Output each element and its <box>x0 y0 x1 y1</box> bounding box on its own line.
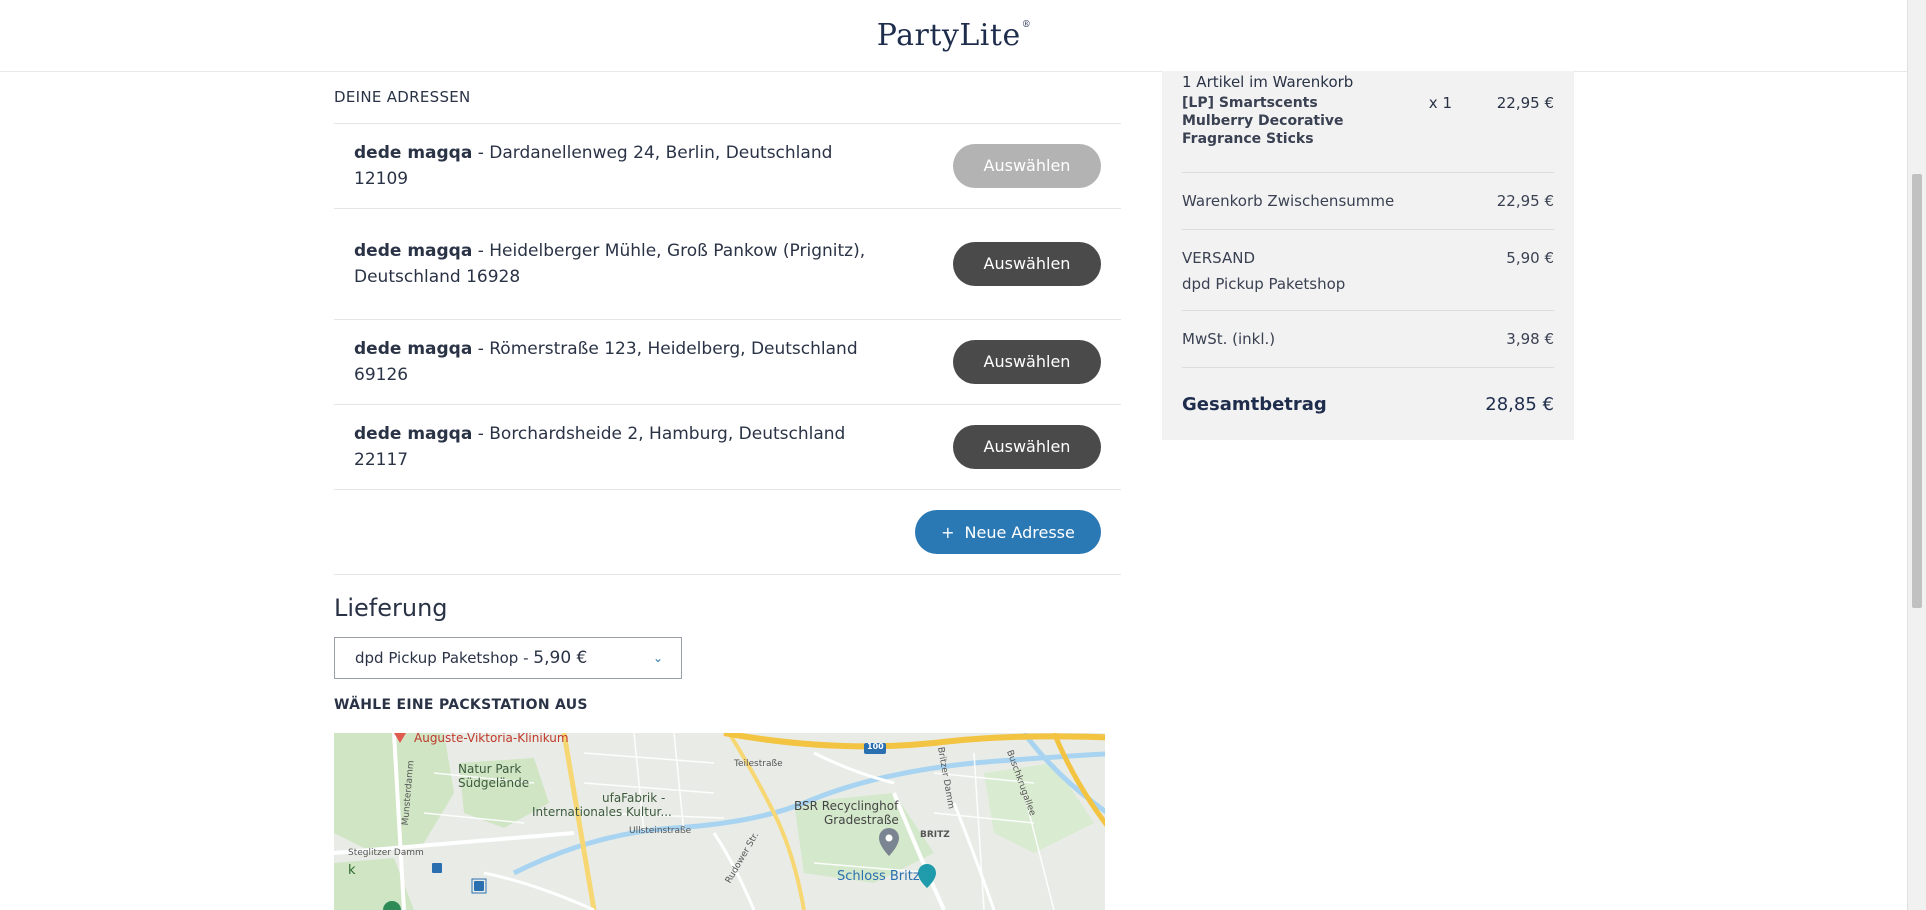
shipping-value: 5,90 € <box>1506 249 1554 267</box>
shipping-method-select[interactable]: dpd Pickup Paketshop - 5,90 € ⌄ <box>334 637 682 679</box>
map-label: Steglitzer Damm <box>348 848 424 858</box>
partylite-logo[interactable]: PartyLite® <box>877 18 1031 53</box>
scrollbar-thumb[interactable] <box>1912 174 1922 608</box>
address-text: dede magqa - Römerstraße 123, Heidelberg… <box>354 336 874 388</box>
select-address-button[interactable]: Auswählen <box>953 144 1101 188</box>
new-address-label: Neue Adresse <box>964 522 1075 542</box>
tax-row: MwSt. (inkl.) 3,98 € <box>1182 311 1554 368</box>
new-address-button[interactable]: + Neue Adresse <box>915 510 1101 554</box>
map-canvas <box>334 733 1121 910</box>
delivery-title: Lieferung <box>334 594 448 622</box>
address-name: dede magqa <box>354 339 473 359</box>
new-address-row: + Neue Adresse <box>334 490 1121 575</box>
address-row: dede magqa - Dardanellenweg 24, Berlin, … <box>334 124 1121 209</box>
addresses-heading: DEINE ADRESSEN <box>334 71 1121 124</box>
address-name: dede magqa <box>354 143 473 163</box>
cart-item-price: 22,95 € <box>1496 94 1554 112</box>
shipping-method: dpd Pickup Paketshop <box>1182 275 1346 293</box>
cart-item-count: 1 Artikel im Warenkorb <box>1182 73 1354 91</box>
map-label: k <box>348 863 356 878</box>
packstation-heading: WÄHLE EINE PACKSTATION AUS <box>334 697 588 713</box>
shipping-method-value: dpd Pickup Paketshop - 5,90 € <box>355 648 588 668</box>
select-address-button[interactable]: Auswählen <box>953 242 1101 286</box>
plus-icon: + <box>941 522 955 542</box>
header: PartyLite® <box>0 0 1908 72</box>
shipping-label: VERSAND <box>1182 249 1255 267</box>
map-label: Gradestraße <box>824 813 899 827</box>
subtotal-label: Warenkorb Zwischensumme <box>1182 192 1395 210</box>
shipping-row: VERSAND 5,90 € dpd Pickup Paketshop <box>1182 230 1554 311</box>
map-label: Teilestraße <box>734 759 783 769</box>
total-label: Gesamtbetrag <box>1182 393 1327 415</box>
map-label: ufaFabrik - <box>602 791 666 805</box>
order-summary: 1 Artikel im Warenkorb [LP] Smartscents … <box>1162 71 1574 440</box>
map-label: Südgelände <box>458 776 530 790</box>
cart-item-title[interactable]: [LP] Smartscents Mulberry Decorative Fra… <box>1182 94 1382 148</box>
total-row: Gesamtbetrag 28,85 € <box>1182 368 1554 440</box>
total-value: 28,85 € <box>1485 393 1554 415</box>
page-scrollbar[interactable] <box>1907 0 1926 910</box>
chevron-down-icon: ⌄ <box>652 651 663 665</box>
route-shield: 100 <box>867 742 884 751</box>
cart-item-qty: x 1 <box>1428 94 1452 112</box>
map-label: Ullsteinstraße <box>629 826 692 836</box>
tax-value: 3,98 € <box>1506 330 1554 348</box>
map-label: Auguste-Viktoria-Klinikum <box>414 733 569 745</box>
address-text: dede magqa - Borchardsheide 2, Hamburg, … <box>354 421 874 473</box>
cart-item: [LP] Smartscents Mulberry Decorative Fra… <box>1182 94 1554 173</box>
select-address-button[interactable]: Auswählen <box>953 340 1101 384</box>
map-label: Internationales Kultur... <box>532 805 672 819</box>
address-name: dede magqa <box>354 424 473 444</box>
address-section: DEINE ADRESSEN dede magqa - Dardanellenw… <box>334 71 1121 713</box>
tax-label: MwSt. (inkl.) <box>1182 330 1276 348</box>
map-label: Schloss Britz <box>837 869 920 884</box>
address-row: dede magqa - Heidelberger Mühle, Groß Pa… <box>334 209 1121 320</box>
address-text: dede magqa - Dardanellenweg 24, Berlin, … <box>354 140 874 192</box>
map-edge <box>1105 733 1121 910</box>
address-row: dede magqa - Borchardsheide 2, Hamburg, … <box>334 405 1121 490</box>
map-label: BRITZ <box>920 830 950 840</box>
map-label: Natur Park <box>458 762 522 776</box>
map-label: BSR Recyclinghof <box>794 799 899 813</box>
subtotal-value: 22,95 € <box>1496 192 1554 210</box>
select-address-button[interactable]: Auswählen <box>953 425 1101 469</box>
subtotal-row: Warenkorb Zwischensumme 22,95 € <box>1182 173 1554 230</box>
address-row: dede magqa - Römerstraße 123, Heidelberg… <box>334 320 1121 405</box>
address-name: dede magqa <box>354 241 473 261</box>
address-text: dede magqa - Heidelberger Mühle, Groß Pa… <box>354 238 874 290</box>
packstation-map[interactable]: Auguste-Viktoria-Klinikum Natur Park Süd… <box>334 733 1121 910</box>
